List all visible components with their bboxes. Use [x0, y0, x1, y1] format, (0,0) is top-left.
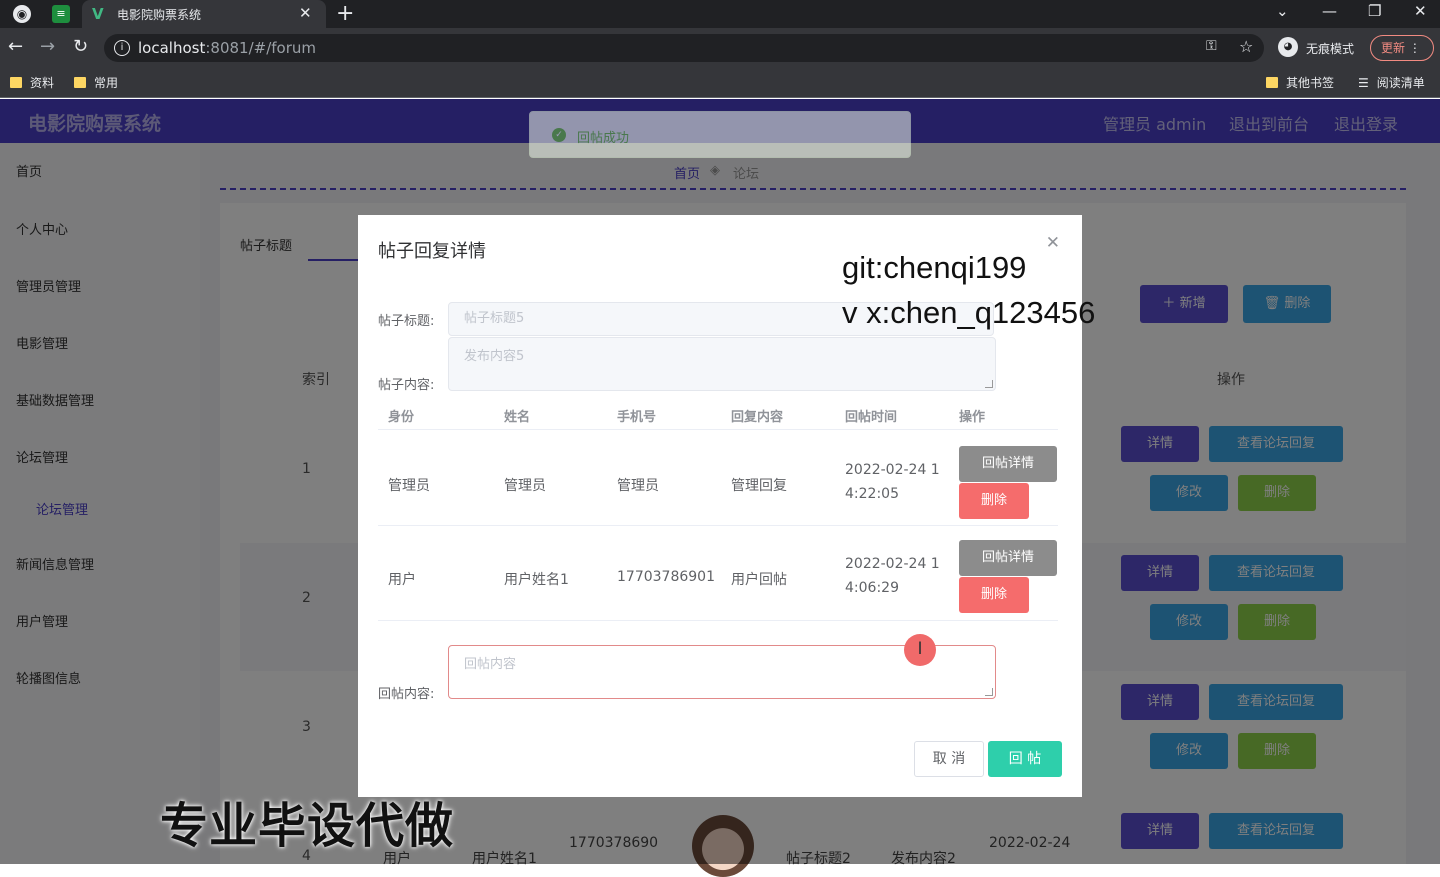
- reply-delete-label: 删除: [980, 493, 1007, 508]
- reply-time-line1: 2022-02-24 1: [845, 462, 940, 478]
- watermark-line1: git:chenqi199: [842, 250, 1027, 285]
- url-text: localhost:8081/#/forum: [138, 39, 316, 57]
- incognito-label: 无痕模式: [1306, 42, 1355, 56]
- bookmarks-bar: 资料 常用 其他书签 ☰ 阅读清单: [0, 68, 1440, 98]
- reply-content: 管理回复: [731, 478, 787, 494]
- text-cursor-icon: I: [904, 634, 936, 666]
- check-circle-icon: ✓: [552, 128, 566, 142]
- reply-name: 管理员: [504, 478, 546, 494]
- reply-detail-button[interactable]: 回帖详情: [959, 540, 1057, 576]
- reply-identity: 管理员: [388, 478, 430, 494]
- post-title-label: 帖子标题:: [378, 314, 435, 329]
- vue-icon: V: [92, 5, 104, 23]
- reply-time-line2: 4:22:05: [845, 486, 899, 502]
- tab-title: 电影院购票系统: [117, 8, 202, 22]
- watermark-line2: v x:chen_q123456: [842, 295, 1096, 330]
- post-title-value: 帖子标题5: [464, 311, 525, 326]
- key-icon[interactable]: ⚿: [1206, 38, 1217, 54]
- restore-icon[interactable]: ❐: [1368, 2, 1381, 20]
- bookmark-folder-ziliao[interactable]: 资料: [10, 74, 54, 91]
- column-reply-time: 回帖时间: [845, 410, 898, 425]
- bookmark-folder-other[interactable]: 其他书签: [1266, 74, 1334, 91]
- post-content-value: 发布内容5: [464, 349, 525, 364]
- cancel-label: 取 消: [932, 751, 966, 767]
- bookmark-label: 常用: [94, 76, 119, 90]
- reply-detail-label: 回帖详情: [981, 550, 1034, 565]
- reply-delete-button[interactable]: 删除: [959, 577, 1029, 613]
- kebab-menu-icon: ⋮: [1408, 41, 1421, 55]
- reply-detail-button[interactable]: 回帖详情: [959, 446, 1057, 482]
- toast-message: 回帖成功: [577, 131, 630, 146]
- url-host: localhost: [138, 39, 206, 57]
- reply-detail-label: 回帖详情: [981, 456, 1034, 471]
- row-divider: [378, 525, 1058, 526]
- folder-icon: [10, 77, 22, 88]
- browser-tab-active[interactable]: V 电影院购票系统 ✕: [82, 0, 326, 28]
- minimize-icon[interactable]: —: [1322, 2, 1337, 20]
- reading-list-label: 阅读清单: [1376, 76, 1425, 90]
- column-identity: 身份: [388, 410, 415, 425]
- star-icon[interactable]: ☆: [1239, 37, 1253, 56]
- row-divider: [378, 620, 1058, 621]
- update-button[interactable]: 更新 ⋮: [1370, 35, 1434, 61]
- reading-list[interactable]: ☰ 阅读清单: [1358, 74, 1425, 91]
- success-toast: ✓ 回帖成功: [529, 111, 911, 158]
- url-path: :8081/#/forum: [205, 39, 316, 57]
- window-close-icon[interactable]: ✕: [1414, 2, 1427, 20]
- reply-delete-button[interactable]: 删除: [959, 483, 1029, 519]
- reply-name: 用户姓名1: [504, 572, 569, 588]
- column-name: 姓名: [504, 410, 531, 425]
- info-icon[interactable]: i: [114, 40, 130, 56]
- column-phone: 手机号: [617, 410, 657, 425]
- reply-content: 用户回帖: [731, 572, 787, 588]
- folder-icon: [74, 77, 86, 88]
- close-icon[interactable]: ✕: [299, 4, 312, 22]
- dialog-title: 帖子回复详情: [378, 241, 486, 262]
- reply-phone: 管理员: [617, 478, 659, 494]
- reply-time-line1: 2022-02-24 1: [845, 556, 940, 572]
- column-reply-content: 回复内容: [731, 410, 784, 425]
- submit-reply-button[interactable]: 回 帖: [988, 741, 1062, 777]
- post-content-label: 帖子内容:: [378, 378, 435, 393]
- cancel-button[interactable]: 取 消: [914, 741, 984, 777]
- browser-tab-strip: ◉ ≡ V 电影院购票系统 ✕ + ⌄ — ❐ ✕: [0, 0, 1440, 28]
- bookmark-label: 资料: [30, 76, 55, 90]
- header-divider: [378, 429, 1058, 430]
- folder-icon: [1266, 77, 1278, 88]
- reply-identity: 用户: [388, 572, 416, 588]
- submit-label: 回 帖: [1008, 751, 1042, 767]
- url-omnibox[interactable]: i localhost:8081/#/forum ⚿ ☆: [104, 34, 1264, 62]
- post-content-field[interactable]: 发布内容5: [448, 337, 996, 391]
- promo-caption: 专业毕设代做: [160, 798, 455, 854]
- bookmark-folder-changyong[interactable]: 常用: [74, 74, 118, 91]
- back-arrow-icon[interactable]: ←: [8, 36, 23, 57]
- forward-arrow-icon[interactable]: →: [40, 36, 55, 57]
- browser-globe-icon[interactable]: ◉: [13, 5, 31, 23]
- reply-delete-label: 删除: [980, 587, 1007, 602]
- column-operations: 操作: [959, 410, 986, 425]
- reading-list-icon: ☰: [1358, 76, 1369, 90]
- resize-handle[interactable]: [985, 688, 993, 696]
- resize-handle[interactable]: [985, 380, 993, 388]
- update-label: 更新: [1381, 41, 1406, 55]
- reply-placeholder: 回帖内容: [464, 657, 517, 672]
- address-bar-row: ← → ↻ i localhost:8081/#/forum ⚿ ☆ ◕ 无痕模…: [0, 28, 1440, 68]
- reply-time-line2: 4:06:29: [845, 580, 899, 596]
- reply-phone: 17703786901: [617, 569, 715, 585]
- reply-content-label: 回帖内容:: [378, 687, 435, 702]
- incognito-icon: ◕: [1278, 37, 1298, 57]
- reload-icon[interactable]: ↻: [73, 36, 88, 57]
- tab-search-chevron-icon[interactable]: ⌄: [1276, 2, 1289, 20]
- new-tab-icon[interactable]: +: [336, 1, 354, 26]
- bookmark-label: 其他书签: [1286, 76, 1335, 90]
- close-icon[interactable]: ✕: [1046, 233, 1060, 253]
- pinned-tab-icon[interactable]: ≡: [52, 5, 70, 23]
